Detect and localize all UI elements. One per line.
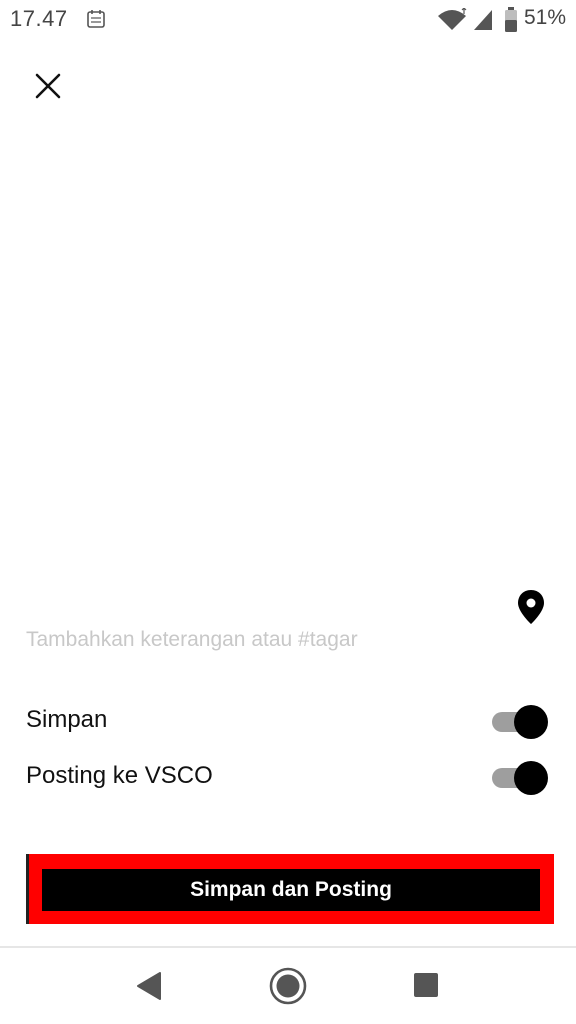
toggle-row-posting-vsco: Posting ke VSCO <box>26 756 550 800</box>
toggle-thumb <box>514 705 548 739</box>
toggle-label-posting-vsco: Posting ke VSCO <box>26 762 213 789</box>
nav-back-button[interactable] <box>134 970 164 1002</box>
navigation-bar <box>0 948 576 1024</box>
battery-icon <box>504 7 518 38</box>
nav-recents-button[interactable] <box>413 972 439 998</box>
screen: 17.47 51% Tambahkan keterangan atau #tag… <box>0 0 576 1024</box>
back-triangle-icon <box>137 972 161 1000</box>
toggle-label-simpan: Simpan <box>26 706 108 733</box>
toggle-thumb <box>514 761 548 795</box>
toggle-row-simpan: Simpan <box>26 700 550 744</box>
recents-square-icon <box>414 973 438 997</box>
close-button[interactable] <box>28 66 68 106</box>
status-time: 17.47 <box>10 6 68 31</box>
wifi-icon <box>436 7 468 37</box>
caption-input[interactable] <box>26 620 496 660</box>
close-icon <box>35 73 61 99</box>
posting-vsco-toggle[interactable] <box>492 760 548 796</box>
cell-signal-icon <box>472 8 494 37</box>
simpan-toggle[interactable] <box>492 704 548 740</box>
battery-percent: 51% <box>524 6 567 29</box>
save-and-post-button[interactable]: Simpan dan Posting <box>42 869 540 911</box>
home-circle-icon <box>269 967 307 1005</box>
status-bar: 17.47 51% <box>0 0 576 40</box>
location-pin-icon <box>518 590 544 624</box>
nav-home-button[interactable] <box>268 966 308 1006</box>
location-button[interactable] <box>514 588 548 626</box>
calendar-notification-icon <box>86 9 106 29</box>
